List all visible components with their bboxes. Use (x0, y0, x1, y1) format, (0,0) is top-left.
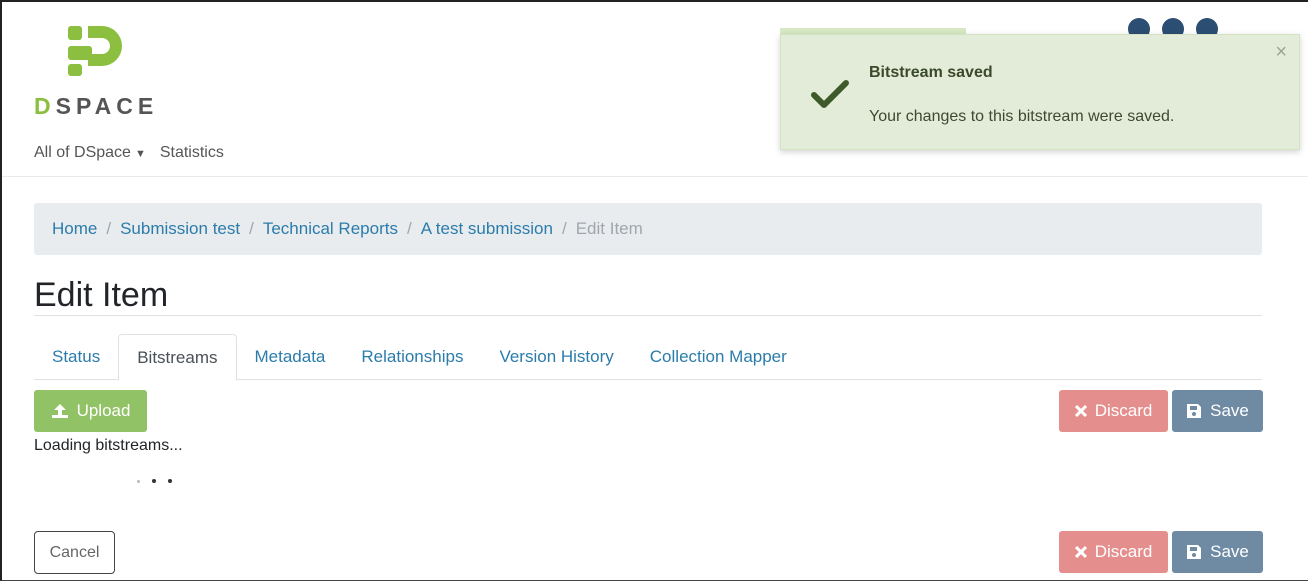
tab-metadata[interactable]: Metadata (237, 334, 344, 380)
success-toast: Bitstream saved Your changes to this bit… (780, 34, 1300, 150)
discard-label: Discard (1094, 401, 1153, 420)
page-title: Edit Item (34, 276, 169, 314)
caret-down-icon: ▼ (134, 148, 146, 160)
floppy-disk-icon (1187, 404, 1202, 418)
upload-button[interactable]: Upload (34, 390, 147, 432)
save-label: Save (1210, 401, 1249, 420)
brand-name[interactable]: DSPACE (34, 93, 158, 120)
discard-label: Discard (1094, 542, 1153, 561)
save-button[interactable]: Save (1172, 390, 1263, 432)
upload-icon (51, 404, 68, 418)
loading-dot (137, 479, 140, 483)
breadcrumb-separator: / (249, 219, 254, 238)
loading-spinner (137, 479, 172, 483)
checkmark-icon (811, 80, 849, 108)
breadcrumb-technical-reports[interactable]: Technical Reports (263, 219, 398, 239)
close-x-icon (1074, 405, 1087, 417)
close-x-icon (1074, 546, 1087, 558)
header-divider (2, 176, 1308, 177)
loading-dot (168, 479, 172, 483)
breadcrumb-test-submission[interactable]: A test submission (421, 219, 553, 239)
tab-collection-mapper[interactable]: Collection Mapper (632, 334, 805, 380)
tab-bitstreams[interactable]: Bitstreams (118, 334, 237, 381)
loading-text: Loading bitstreams... (34, 437, 183, 454)
nav-item-all-of-dspace[interactable]: All of DSpace ▼ (34, 144, 146, 162)
breadcrumb-home[interactable]: Home (52, 219, 97, 239)
save-label: Save (1210, 542, 1249, 561)
tab-version-history[interactable]: Version History (481, 334, 631, 380)
tab-relationships[interactable]: Relationships (343, 334, 481, 380)
tab-status[interactable]: Status (34, 334, 118, 380)
breadcrumb-current: Edit Item (575, 219, 643, 238)
breadcrumb-separator: / (106, 219, 112, 238)
cancel-button[interactable]: Cancel (34, 531, 115, 574)
floppy-disk-icon (1187, 545, 1202, 559)
breadcrumb-separator: / (406, 219, 412, 238)
breadcrumb-separator: / (561, 219, 567, 238)
loading-dot (152, 479, 156, 483)
upload-label: Upload (76, 401, 131, 420)
save-button-bottom[interactable]: Save (1172, 531, 1263, 573)
nav-item-statistics[interactable]: Statistics (160, 144, 224, 162)
breadcrumb: Home / Submission test / Technical Repor… (34, 203, 1262, 255)
discard-button-bottom[interactable]: Discard (1059, 531, 1168, 573)
edit-item-tabs: Status Bitstreams Metadata Relationships… (34, 334, 1262, 381)
toast-message: Your changes to this bitstream were save… (869, 108, 1175, 125)
toast-title: Bitstream saved (869, 64, 993, 81)
title-divider (34, 315, 1262, 316)
close-icon[interactable]: × (1275, 41, 1287, 64)
main-nav: All of DSpace ▼ Statistics (34, 144, 224, 162)
dspace-logo-icon[interactable] (66, 24, 126, 80)
discard-button[interactable]: Discard (1059, 390, 1168, 432)
breadcrumb-submission-test[interactable]: Submission test (120, 219, 240, 239)
